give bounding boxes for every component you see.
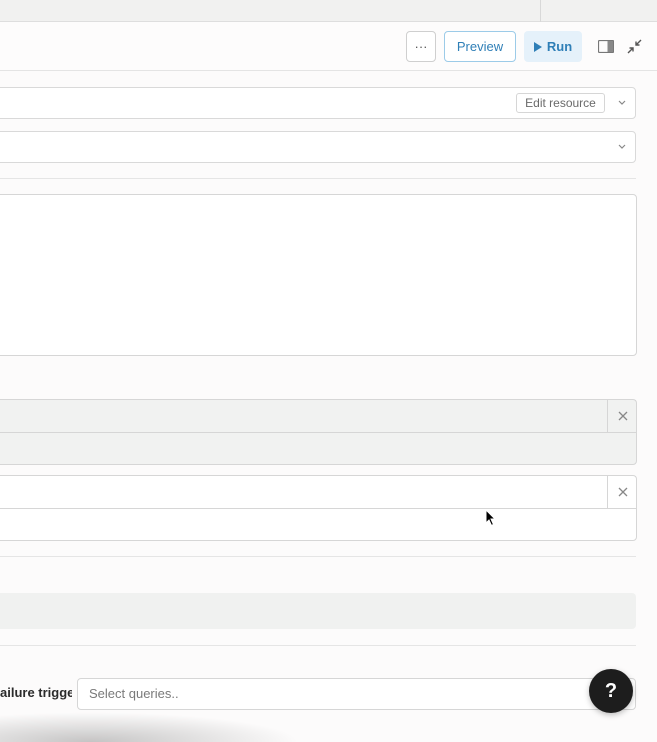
remove-row-button[interactable] xyxy=(607,475,637,509)
close-icon xyxy=(618,487,627,497)
ellipsis-icon: ··· xyxy=(414,39,428,54)
mouse-pointer-icon xyxy=(485,509,497,527)
preview-button[interactable]: Preview xyxy=(444,31,516,62)
section-divider xyxy=(0,178,636,179)
preview-label: Preview xyxy=(456,39,504,54)
edit-resource-label: Edit resource xyxy=(525,96,596,110)
failure-trigger-placeholder: Select queries.. xyxy=(89,686,179,701)
bottom-shadow xyxy=(0,712,300,742)
top-tab-strip xyxy=(0,0,657,22)
header-key-field[interactable] xyxy=(0,475,637,509)
header-key-field[interactable] xyxy=(0,399,637,433)
header-value-field[interactable] xyxy=(0,432,637,465)
run-button[interactable]: Run xyxy=(524,31,582,62)
close-icon xyxy=(618,411,627,421)
tab-divider xyxy=(540,0,541,22)
collapse-arrows-icon[interactable] xyxy=(627,39,642,54)
settings-bar xyxy=(0,593,636,629)
run-label: Run xyxy=(546,39,573,54)
more-options-button[interactable]: ··· xyxy=(406,31,436,62)
chevron-down-icon[interactable] xyxy=(617,99,627,107)
action-type-select[interactable] xyxy=(0,131,636,163)
chevron-down-icon[interactable] xyxy=(617,143,627,151)
section-divider xyxy=(0,645,636,646)
query-editor[interactable] xyxy=(0,194,637,356)
header-value-field[interactable] xyxy=(0,508,637,541)
remove-row-button[interactable] xyxy=(607,399,637,433)
play-icon xyxy=(533,41,542,52)
edit-resource-button[interactable]: Edit resource xyxy=(516,93,605,113)
section-divider xyxy=(0,556,636,557)
help-button[interactable]: ? xyxy=(589,669,633,713)
question-icon: ? xyxy=(604,679,618,702)
side-panel-icon[interactable] xyxy=(598,40,614,53)
failure-trigger-label: ailure trigger xyxy=(0,685,72,700)
